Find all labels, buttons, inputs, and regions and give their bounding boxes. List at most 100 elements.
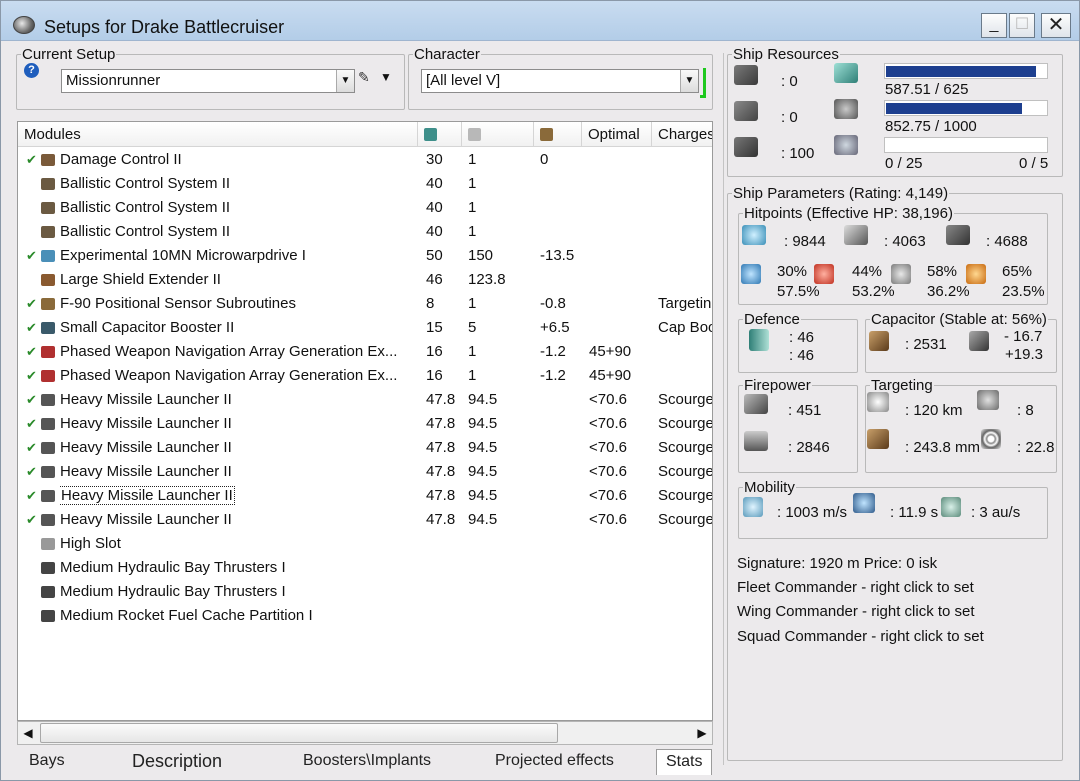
powergrid-cell: 94.5 [468, 415, 498, 432]
character-select[interactable]: [All level V] ▼ [421, 69, 699, 93]
table-row[interactable]: ✔ Small Capacitor Booster II 15 5 +6.5 Cap Bo… [18, 316, 712, 340]
module-icon [41, 538, 55, 550]
chevron-down-icon[interactable]: ▼ [680, 70, 698, 92]
table-row[interactable]: ✔ F-90 Positional Sensor Subroutines 8 1 -0.… [18, 292, 712, 316]
module-name-text: F-90 Positional Sensor Subroutines [60, 295, 296, 312]
wing-commander[interactable]: Wing Commander - right click to set [737, 603, 975, 620]
module-name: Heavy Missile Launcher II [60, 388, 416, 412]
table-row[interactable]: Ballistic Control System II 40 1 [18, 172, 712, 196]
capacitor-cell: -1.2 [540, 343, 566, 360]
module-name: Damage Control II [60, 148, 416, 172]
setup-menu-arrow-icon[interactable]: ▼ [380, 70, 392, 84]
charge-cell: Scourge [658, 391, 713, 408]
check-icon: ✔ [26, 512, 37, 527]
kinetic-resist-icon [891, 264, 911, 284]
col-capacitor[interactable] [534, 122, 582, 147]
cpu-cell: 47.8 [426, 439, 456, 456]
module-icon [41, 370, 55, 382]
setup-select[interactable]: Missionrunner ▼ [61, 69, 355, 93]
capacitor-legend: Capacitor (Stable at: 56%) [871, 311, 1047, 328]
close-button[interactable]: ✕ [1041, 13, 1071, 38]
cpu-cell: 50 [426, 247, 443, 264]
thermal-resist-icon [814, 264, 834, 284]
title-bar[interactable]: Setups for Drake Battlecruiser _ ☐ ✕ [1, 1, 1079, 41]
scroll-left-icon[interactable]: ◀ [18, 722, 38, 744]
squad-commander[interactable]: Squad Commander - right click to set [737, 628, 984, 645]
firepower-legend: Firepower [744, 377, 811, 394]
table-row[interactable]: High Slot [18, 532, 712, 556]
chevron-down-icon[interactable]: ▼ [336, 70, 354, 92]
modules-list[interactable]: Modules Optimal Charges ✔ Damage Control … [17, 121, 713, 721]
table-row[interactable]: ✔ Heavy Missile Launcher II 47.8 94.5 <70.6 S… [18, 484, 713, 508]
kinetic-shield-resist: 58% [927, 263, 958, 280]
tab-stats[interactable]: Stats [656, 749, 713, 775]
maximize-button[interactable]: ☐ [1009, 13, 1035, 38]
capacitor-capacity-value: : 2531 [905, 336, 947, 353]
table-row[interactable]: ✔ Heavy Missile Launcher II 47.8 94.5 <70.6 S… [18, 388, 713, 412]
optimal-cell: <70.6 [589, 463, 627, 480]
powergrid-bar [884, 100, 1048, 116]
module-icon [41, 202, 55, 214]
fleet-commander[interactable]: Fleet Commander - right click to set [737, 579, 974, 596]
module-icon [41, 346, 55, 358]
table-row[interactable]: ✔ Heavy Missile Launcher II 47.8 94.5 <70.6 S… [18, 436, 712, 460]
wrench-icon[interactable]: ✎ [358, 69, 370, 86]
volley-icon [744, 431, 768, 451]
ship-resources-legend: Ship Resources [733, 46, 839, 63]
character-legend: Character [414, 46, 480, 63]
col-charges[interactable]: Charges [652, 122, 712, 147]
help-icon[interactable]: ? [24, 63, 39, 78]
charge-cell: Scourge [658, 415, 713, 432]
capacitor-cell: -0.8 [540, 295, 566, 312]
scroll-thumb[interactable] [40, 723, 558, 743]
table-row[interactable]: Large Shield Extender II 46 123.8 [18, 268, 712, 292]
align-time-icon [853, 493, 875, 513]
max-targets-icon [977, 390, 999, 410]
module-name: F-90 Positional Sensor Subroutines [60, 292, 416, 316]
powergrid-cell: 94.5 [468, 487, 498, 504]
table-row[interactable]: ✔ Phased Weapon Navigation Array Generati… [18, 364, 712, 388]
charge-cell: Scourge [658, 463, 713, 480]
module-name: Heavy Missile Launcher II [60, 484, 416, 508]
table-row[interactable]: ✔ Phased Weapon Navigation Array Generati… [18, 340, 712, 364]
table-row[interactable]: Ballistic Control System II 40 1 [18, 196, 712, 220]
optimal-cell: 45+90 [589, 343, 632, 360]
scroll-right-icon[interactable]: ▶ [692, 722, 712, 744]
minimize-button[interactable]: _ [981, 13, 1007, 38]
cpu-cell: 40 [426, 199, 443, 216]
table-row[interactable]: Medium Rocket Fuel Cache Partition I [18, 604, 712, 628]
table-row[interactable]: Medium Hydraulic Bay Thrusters I [18, 580, 712, 604]
tab-description[interactable]: Description [132, 749, 222, 775]
tab-boosters-implants[interactable]: Boosters\Implants [303, 749, 431, 775]
cpu-value: 587.51 / 625 [885, 81, 969, 98]
col-optimal[interactable]: Optimal [582, 122, 652, 147]
table-row[interactable]: Ballistic Control System II 40 1 [18, 220, 712, 244]
defence-icon [749, 329, 769, 351]
tab-projected-effects[interactable]: Projected effects [495, 749, 614, 775]
horizontal-scrollbar[interactable]: ◀ ▶ [17, 721, 713, 745]
optimal-cell: <70.6 [589, 487, 627, 504]
table-row[interactable]: ✔ Experimental 10MN Microwarpdrive I 50 150… [18, 244, 712, 268]
powergrid-cell: 1 [468, 199, 477, 216]
tab-bays[interactable]: Bays [29, 749, 65, 775]
cpu-cell: 47.8 [426, 487, 456, 504]
table-row[interactable]: ✔ Heavy Missile Launcher II 47.8 94.5 <70.6 S… [18, 412, 713, 436]
cpu-cell: 8 [426, 295, 435, 312]
col-cpu[interactable] [418, 122, 462, 147]
align-time-value: : 11.9 s [890, 504, 939, 521]
module-name-text: Heavy Missile Launcher II [60, 463, 232, 480]
col-powergrid[interactable] [462, 122, 534, 147]
targeting-range-value: : 120 km [905, 402, 963, 419]
check-icon: ✔ [26, 416, 37, 431]
table-row[interactable]: ✔ Heavy Missile Launcher II 47.8 94.5 <70.6 S… [18, 460, 713, 484]
table-row[interactable]: ✔ Heavy Missile Launcher II 47.8 94.5 <70.6 S… [18, 508, 712, 532]
table-row[interactable]: Medium Hydraulic Bay Thrusters I [18, 556, 712, 580]
powergrid-cell: 1 [468, 343, 477, 360]
table-row[interactable]: ✔ Damage Control II 30 1 0 [18, 148, 712, 172]
module-name-text: Phased Weapon Navigation Array Generatio… [60, 343, 398, 360]
charge-cell: Scourge [658, 487, 713, 504]
col-modules[interactable]: Modules [18, 122, 418, 147]
module-icon [41, 394, 55, 406]
check-icon: ✔ [26, 248, 37, 263]
module-icon [41, 562, 55, 574]
